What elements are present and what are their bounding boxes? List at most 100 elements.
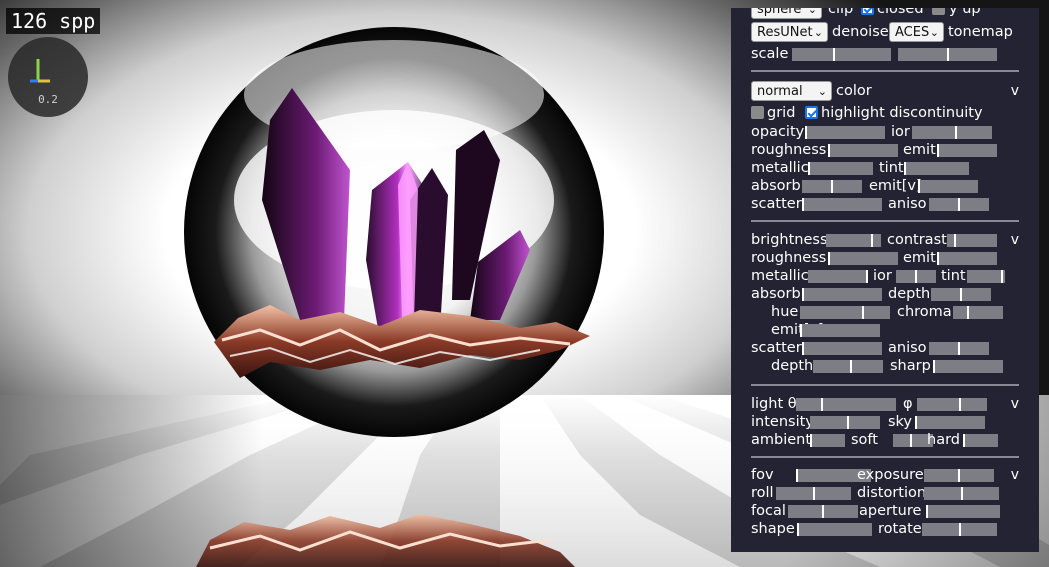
material-emit-slider[interactable] — [937, 144, 997, 157]
volume-row: roughness emit — [751, 249, 1019, 267]
divider — [751, 456, 1019, 458]
tonemap-label: tonemap — [948, 24, 1013, 40]
denoise-label: denoise — [832, 24, 889, 40]
volume-brightness-slider[interactable] — [826, 234, 881, 247]
material-options-row: grid highlight discontinuity — [751, 104, 1019, 122]
denoiser-select-value: ResUNet — [757, 25, 813, 40]
material-mode-value: normal — [757, 84, 803, 99]
camera-distortion-slider[interactable] — [924, 487, 999, 500]
volume-roughness-label: roughness — [751, 250, 827, 266]
gizmo-value: 0.2 — [38, 93, 58, 106]
camera-shape-slider[interactable] — [797, 523, 872, 536]
volume-depth-label: depth — [888, 286, 931, 302]
yup-checkbox[interactable] — [932, 8, 945, 15]
shape-select[interactable]: sphere ⌄ — [751, 8, 822, 19]
tonemap-select[interactable]: ACES ⌄ — [889, 22, 944, 42]
volume-tint-slider[interactable] — [967, 270, 1005, 283]
light-collapse-toggle[interactable]: v — [1011, 395, 1019, 413]
material-absorb-label: absorb — [751, 178, 801, 194]
grid-label: grid — [767, 105, 796, 121]
light-ambient-label: ambient — [751, 432, 812, 448]
volume-hue-slider[interactable] — [800, 306, 890, 319]
shape-select-value: sphere — [757, 8, 802, 17]
camera-row: focal aperture — [751, 502, 1019, 520]
light-value-slider[interactable] — [917, 398, 987, 411]
camera-row: fov exposure v — [751, 466, 1019, 484]
volume-depth-label: depth — [771, 358, 814, 374]
volume-roughness-slider[interactable] — [828, 252, 898, 265]
scale-slider[interactable] — [792, 48, 891, 61]
material-metallic-slider[interactable] — [808, 162, 873, 175]
camera-rotate-label: rotate — [878, 521, 922, 537]
closed-label: closed — [877, 8, 924, 17]
volume-row: hue chroma — [751, 303, 1019, 321]
light-value-label: φ — [903, 396, 913, 412]
volume-row: absorb depth — [751, 285, 1019, 303]
light-hard-slider[interactable] — [963, 434, 998, 447]
light-light-slider[interactable] — [796, 398, 896, 411]
volume-contrast-slider[interactable] — [947, 234, 997, 247]
camera-row: shape rotate — [751, 520, 1019, 538]
camera-roll-label: roll — [751, 485, 774, 501]
volume-chroma-slider[interactable] — [953, 306, 1003, 319]
volume-row: scatter aniso — [751, 339, 1019, 357]
camera-rotate-slider[interactable] — [922, 523, 997, 536]
material-collapse-toggle[interactable]: v — [1011, 82, 1019, 100]
material-emit-v-slider[interactable] — [918, 180, 978, 193]
material-emit-label: emit — [903, 142, 936, 158]
light-sky-slider[interactable] — [915, 416, 985, 429]
camera-exposure-slider[interactable] — [924, 469, 994, 482]
volume-emit-v-slider[interactable] — [800, 324, 880, 337]
camera-aperture-slider[interactable] — [926, 505, 1000, 518]
light-row: intensity sky — [751, 413, 1019, 431]
material-header-row: normal ⌄ color v — [751, 81, 1019, 101]
volume-depth-slider[interactable] — [931, 288, 991, 301]
camera-collapse-toggle[interactable]: v — [1011, 466, 1019, 484]
grid-checkbox[interactable] — [751, 106, 764, 119]
highlight-discontinuity-label: highlight discontinuity — [821, 105, 983, 121]
light-intensity-slider[interactable] — [810, 416, 880, 429]
light-ambient-slider[interactable] — [810, 434, 845, 447]
volume-aniso-slider[interactable] — [929, 342, 989, 355]
material-roughness-slider[interactable] — [828, 144, 898, 157]
volume-collapse-toggle[interactable]: v — [1011, 231, 1019, 249]
closed-checkbox[interactable] — [861, 8, 874, 15]
camera-exposure-label: exposure — [857, 467, 924, 483]
highlight-discontinuity-checkbox[interactable] — [805, 106, 818, 119]
camera-focal-label: focal — [751, 503, 786, 519]
camera-shape-label: shape — [751, 521, 795, 537]
material-row: roughness emit — [751, 141, 1019, 159]
material-scatter-slider[interactable] — [802, 198, 882, 211]
camera-distortion-label: distortion — [857, 485, 927, 501]
camera-focal-slider[interactable] — [788, 505, 858, 518]
volume-ior-slider[interactable] — [896, 270, 936, 283]
tonemap-select-value: ACES — [895, 25, 930, 40]
material-roughness-label: roughness — [751, 142, 827, 158]
volume-scatter-slider[interactable] — [802, 342, 882, 355]
volume-sharp-label: sharp — [890, 358, 931, 374]
volume-depth-slider[interactable] — [813, 360, 883, 373]
volume-metallic-slider[interactable] — [808, 270, 868, 283]
material-metallic-label: metallic — [751, 160, 809, 176]
axis-gizmo[interactable]: 0.2 — [8, 37, 88, 117]
volume-sharp-slider[interactable] — [933, 360, 1003, 373]
scale-secondary-slider[interactable] — [898, 48, 997, 61]
material-tint-slider[interactable] — [904, 162, 969, 175]
color-label: color — [836, 83, 872, 99]
light-row: light θ φ v — [751, 395, 1019, 413]
material-ior-slider[interactable] — [912, 126, 992, 139]
volume-emit-slider[interactable] — [937, 252, 997, 265]
denoiser-select[interactable]: ResUNet ⌄ — [751, 22, 828, 42]
volume-absorb-slider[interactable] — [802, 288, 882, 301]
chevron-down-icon: ⌄ — [817, 85, 827, 98]
material-absorb-slider[interactable] — [802, 180, 862, 193]
chevron-down-icon: ⌄ — [813, 26, 823, 39]
volume-metallic-label: metallic — [751, 268, 809, 284]
material-mode-select[interactable]: normal ⌄ — [751, 81, 832, 101]
volume-row: depth sharp — [751, 357, 1019, 375]
camera-roll-slider[interactable] — [776, 487, 851, 500]
material-aniso-slider[interactable] — [929, 198, 989, 211]
volume-scatter-label: scatter — [751, 340, 802, 356]
samples-counter: 126 spp — [6, 8, 101, 34]
material-opacity-slider[interactable] — [805, 126, 885, 139]
